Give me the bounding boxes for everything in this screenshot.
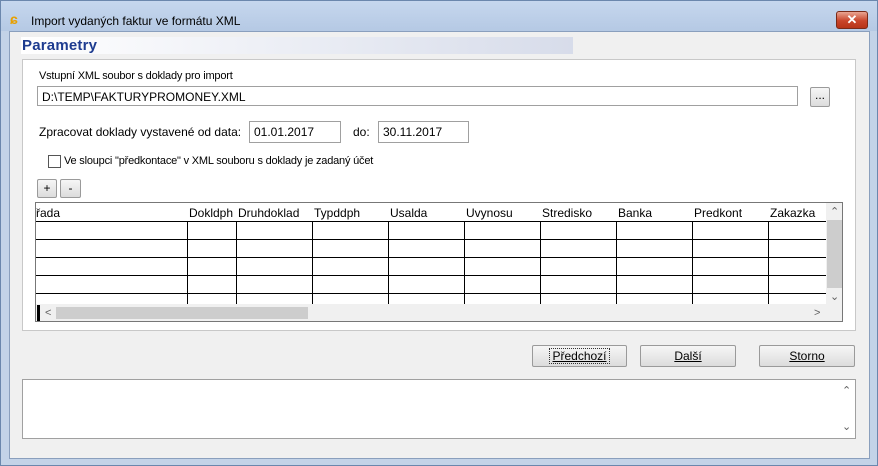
column-header-stredisko[interactable]: Stredisko bbox=[542, 206, 592, 220]
row-indicator bbox=[37, 305, 40, 321]
xml-file-input[interactable]: D:\TEMP\FAKTURYPROMONEY.XML bbox=[37, 86, 798, 106]
scroll-down-icon[interactable]: ⌄ bbox=[830, 291, 839, 303]
close-button[interactable]: ✕ bbox=[836, 11, 868, 29]
grid-header: řada Dokldph Druhdoklad Typddph Usalda U… bbox=[36, 203, 826, 221]
section-header: Parametry bbox=[21, 37, 573, 54]
grid-row-line bbox=[36, 293, 826, 294]
grid-vertical-scrollbar[interactable]: ⌃ ⌄ bbox=[826, 203, 842, 305]
date-to-label: do: bbox=[353, 125, 370, 139]
column-header-uvynosu[interactable]: Uvynosu bbox=[466, 206, 513, 220]
grid-col-line bbox=[388, 221, 389, 306]
import-window: ɕ Import vydaných faktur ve formátu XML … bbox=[0, 0, 878, 466]
column-header-druhdoklad[interactable]: Druhdoklad bbox=[238, 206, 299, 220]
date-from-input[interactable]: 01.01.2017 bbox=[249, 121, 341, 143]
dialog-content: Parametry Vstupní XML soubor s doklady p… bbox=[9, 31, 870, 459]
grid-col-line bbox=[768, 221, 769, 306]
add-row-button[interactable]: + bbox=[37, 179, 57, 198]
column-header-dokldph[interactable]: Dokldph bbox=[189, 206, 233, 220]
vertical-scroll-thumb[interactable] bbox=[827, 220, 842, 288]
window-title: Import vydaných faktur ve formátu XML bbox=[31, 14, 241, 28]
column-header-predkont[interactable]: Predkont bbox=[694, 206, 742, 220]
next-button[interactable]: Další bbox=[640, 345, 736, 367]
xml-file-label: Vstupní XML soubor s doklady pro import bbox=[39, 70, 233, 82]
log-scrollbar[interactable]: ⌃ ⌄ bbox=[838, 380, 855, 438]
grid-row-line bbox=[36, 257, 826, 258]
column-header-zakazka[interactable]: Zakazka bbox=[770, 206, 815, 220]
scroll-up-icon[interactable]: ⌃ bbox=[830, 206, 839, 218]
column-header-banka[interactable]: Banka bbox=[618, 206, 652, 220]
grid-col-line bbox=[187, 221, 188, 306]
predkontace-label: Ve sloupci "předkontace" v XML souboru s… bbox=[64, 155, 374, 167]
previous-button[interactable]: Předchozí bbox=[532, 345, 627, 367]
grid-col-line bbox=[540, 221, 541, 306]
remove-row-button[interactable]: - bbox=[60, 179, 81, 198]
column-header-usalda[interactable]: Usalda bbox=[390, 206, 427, 220]
grid-col-line bbox=[236, 221, 237, 306]
close-icon: ✕ bbox=[846, 12, 858, 27]
app-icon: ɕ bbox=[10, 11, 18, 27]
previous-button-label: Předchozí bbox=[549, 348, 610, 364]
cancel-button[interactable]: Storno bbox=[759, 345, 855, 367]
date-to-input[interactable]: 30.11.2017 bbox=[378, 121, 469, 143]
grid-horizontal-scrollbar[interactable]: < > bbox=[36, 304, 842, 321]
browse-button[interactable]: ... bbox=[810, 87, 830, 107]
grid-col-line bbox=[312, 221, 313, 306]
date-from-label: Zpracovat doklady vystavené od data: bbox=[39, 125, 242, 139]
grid-col-line bbox=[464, 221, 465, 306]
grid-row-line bbox=[36, 221, 826, 222]
column-header-rada[interactable]: řada bbox=[36, 206, 60, 220]
title-bar[interactable]: ɕ Import vydaných faktur ve formátu XML … bbox=[1, 1, 877, 31]
log-scroll-down-icon[interactable]: ⌄ bbox=[842, 421, 851, 433]
log-textarea[interactable]: ⌃ ⌄ bbox=[22, 379, 856, 439]
column-header-typddph[interactable]: Typddph bbox=[314, 206, 360, 220]
section-title: Parametry bbox=[22, 37, 98, 54]
scroll-left-icon[interactable]: < bbox=[45, 307, 51, 319]
grid-row-line bbox=[36, 239, 826, 240]
scroll-right-icon[interactable]: > bbox=[814, 307, 820, 319]
predkontace-checkbox[interactable] bbox=[48, 155, 61, 168]
grid-row-line bbox=[36, 275, 826, 276]
horizontal-scroll-thumb[interactable] bbox=[56, 307, 308, 319]
log-scroll-up-icon[interactable]: ⌃ bbox=[842, 385, 851, 397]
mapping-grid[interactable]: řada Dokldph Druhdoklad Typddph Usalda U… bbox=[35, 202, 843, 322]
grid-col-line bbox=[692, 221, 693, 306]
grid-col-line bbox=[616, 221, 617, 306]
parameters-panel: Vstupní XML soubor s doklady pro import … bbox=[22, 59, 856, 331]
